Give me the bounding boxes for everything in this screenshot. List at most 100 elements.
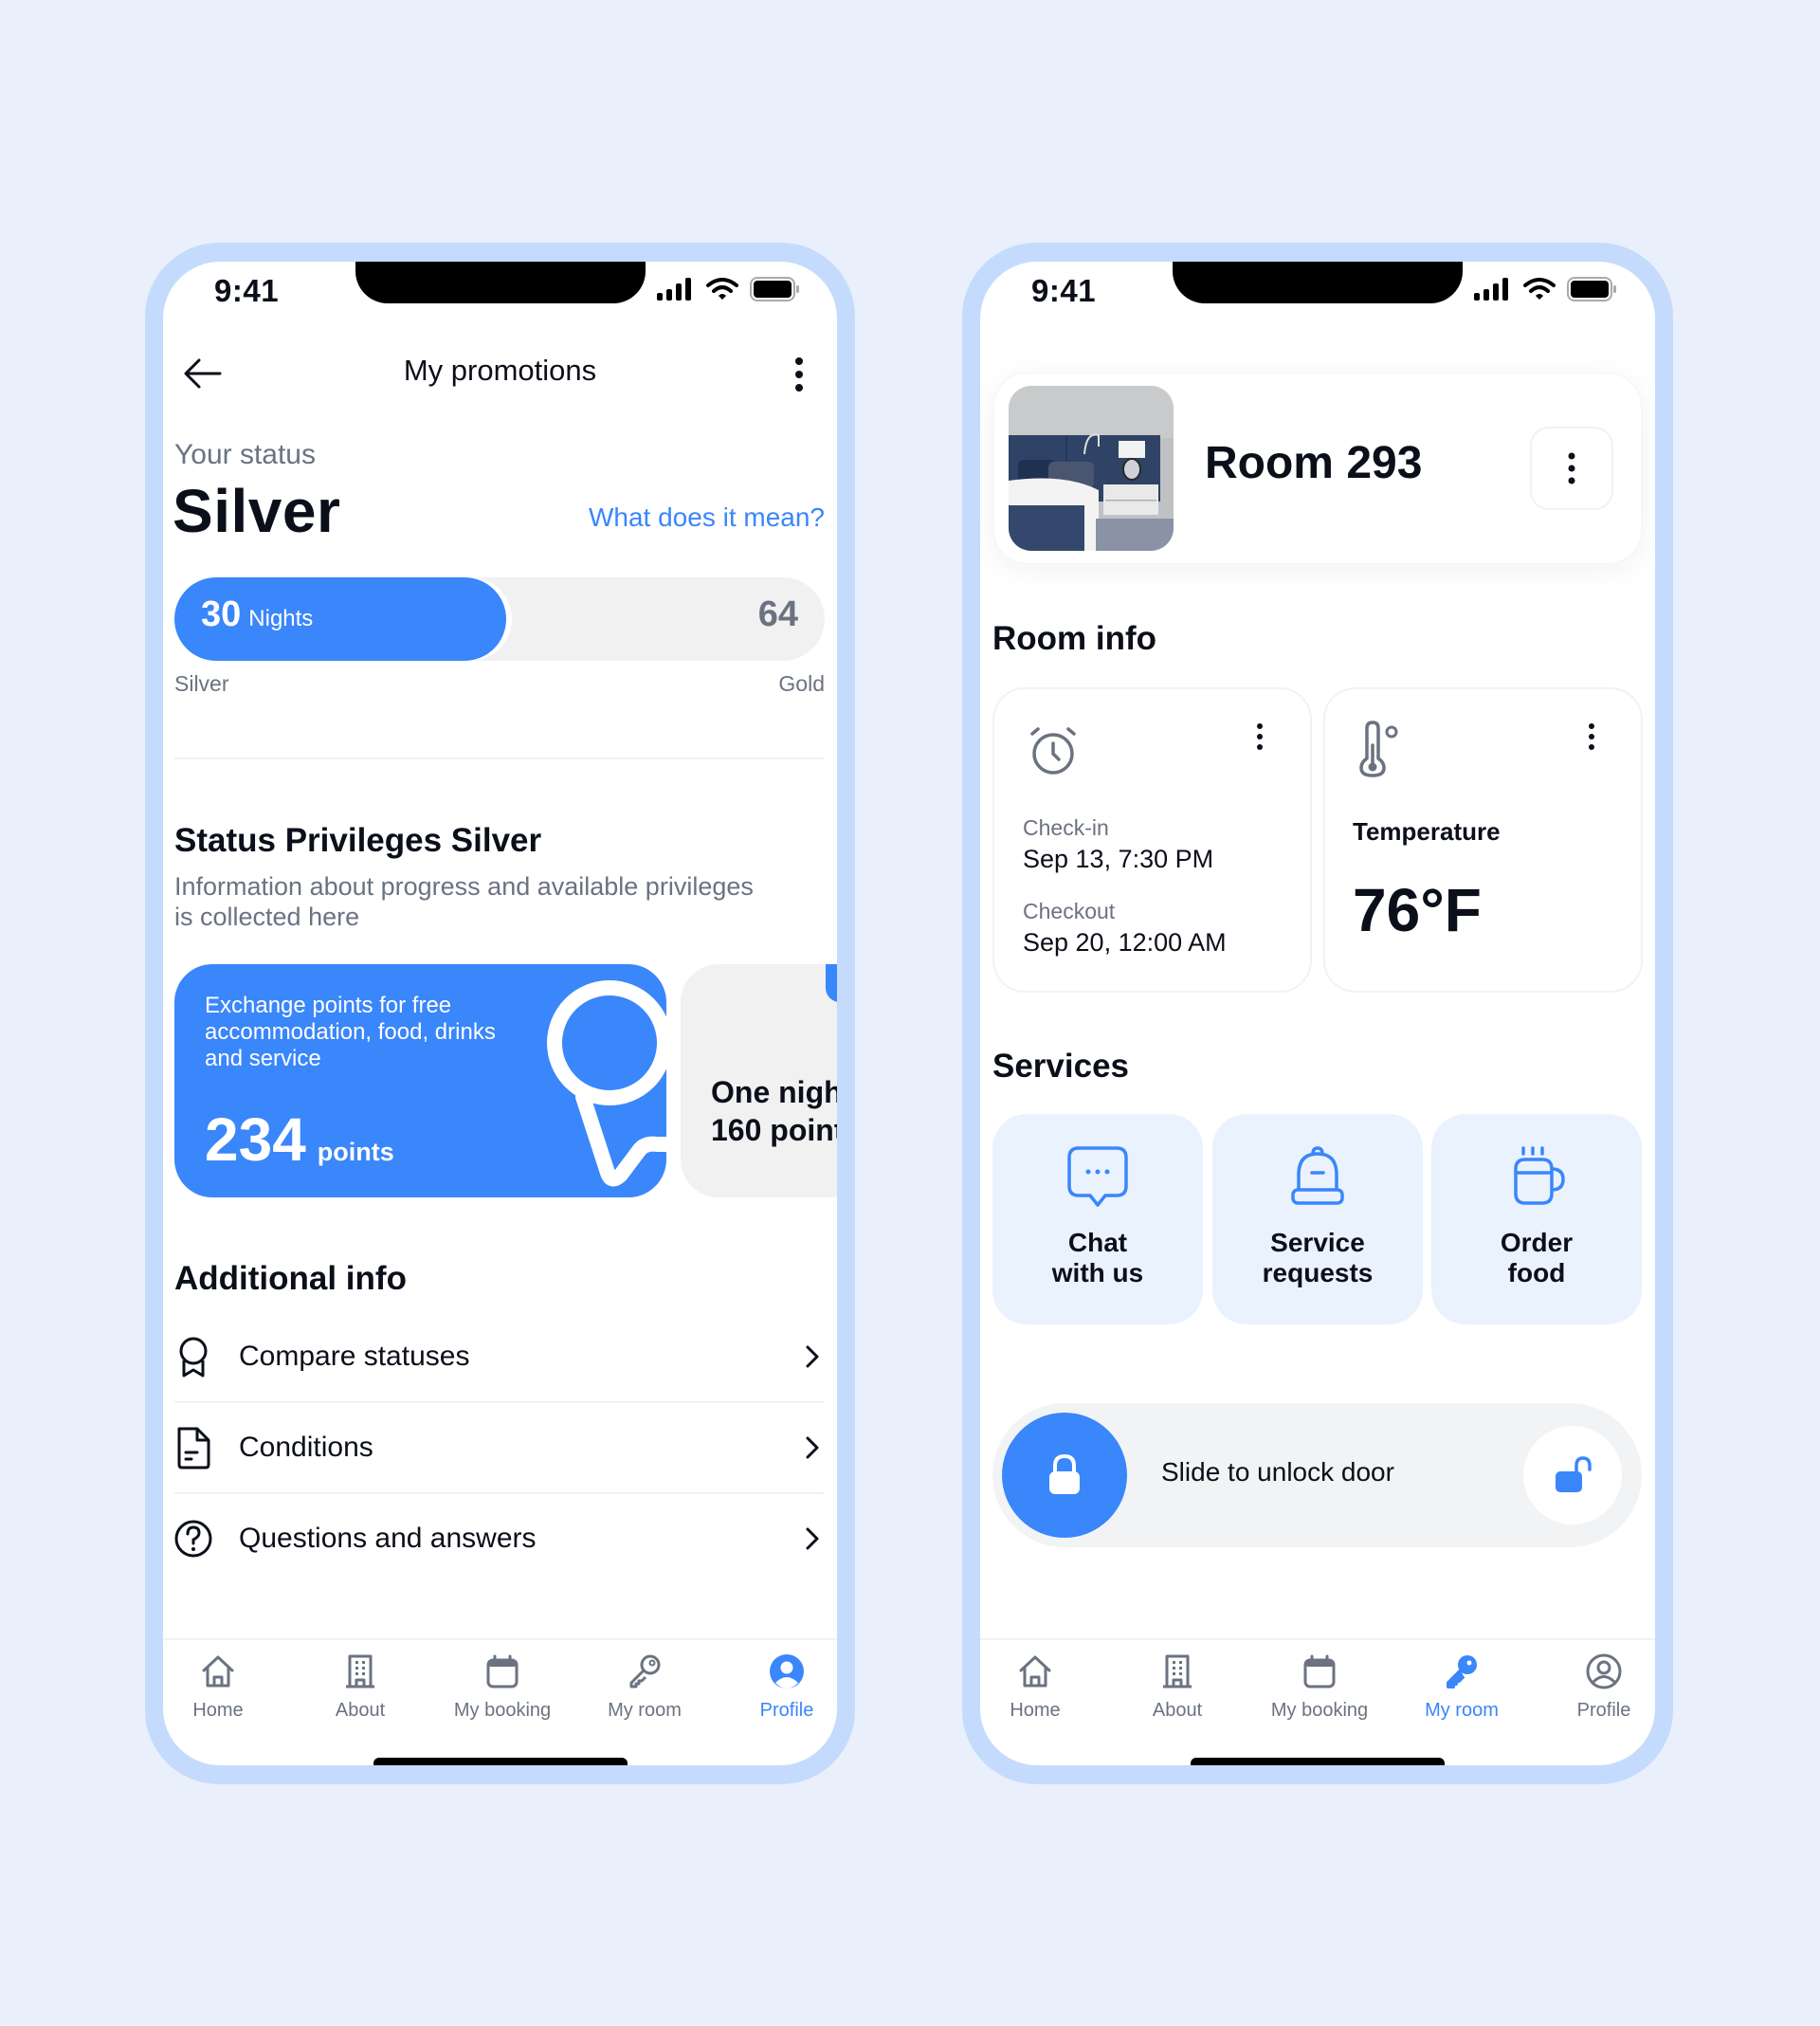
room-screen: 9:41 Room 293 Room info Check-in Sep 13,… (980, 262, 1655, 1765)
nav-my-room[interactable]: My room (573, 1652, 716, 1722)
nav-label: About (335, 1700, 386, 1721)
nav-label: About (1152, 1700, 1203, 1721)
nav-label: My room (608, 1700, 682, 1721)
list-item-label: Compare statuses (239, 1341, 470, 1372)
status-time: 9:41 (1031, 273, 1097, 308)
promotions-screen: 9:41 My promotions Your status Silver Wh… (163, 262, 837, 1765)
what-does-it-mean-link[interactable]: What does it mean? (589, 502, 825, 533)
bottom-nav: Home About My booking My room Profile (980, 1652, 1655, 1722)
privileges-subtitle-line2: is collected here (174, 903, 360, 931)
reward-card-line2: 160 points (711, 1113, 837, 1147)
bell-icon (1291, 1146, 1344, 1205)
alarm-clock-icon (1030, 727, 1076, 775)
nav-my-booking[interactable]: My booking (431, 1652, 573, 1722)
key-icon (1443, 1652, 1481, 1690)
service-label: Service requests (1263, 1228, 1374, 1288)
notch (1173, 262, 1463, 303)
service-chat-with-us[interactable]: Chat with us (992, 1114, 1203, 1324)
page-title: My promotions (403, 354, 597, 387)
more-vertical-icon[interactable] (1587, 722, 1596, 751)
privileges-title: Status Privileges Silver (174, 822, 542, 859)
points-value: 234 (205, 1105, 306, 1174)
nav-label: Home (1010, 1700, 1061, 1721)
points-card[interactable]: Exchange points for free accommodation, … (174, 964, 666, 1197)
progress-target: 64 (757, 594, 798, 634)
service-label: Order food (1501, 1228, 1573, 1288)
bottom-nav: Home About My booking My room Profile (163, 1652, 837, 1722)
divider (174, 1401, 825, 1403)
nav-my-booking[interactable]: My booking (1248, 1652, 1391, 1722)
progress-current: 30 Nights (201, 594, 313, 635)
progress-current-value: 30 (201, 594, 242, 634)
more-vertical-icon (1568, 452, 1575, 484)
nav-label: Home (192, 1700, 244, 1721)
nav-profile[interactable]: Profile (716, 1652, 837, 1722)
more-vertical-icon[interactable] (1255, 722, 1265, 751)
unlock-icon (1556, 1456, 1592, 1492)
list-item-compare-statuses[interactable]: Compare statuses (174, 1334, 825, 1379)
map-pin-icon (547, 980, 666, 1187)
nav-label: Profile (1576, 1700, 1631, 1721)
room-menu-button[interactable] (1530, 427, 1613, 510)
status-icons (1474, 277, 1618, 301)
user-circle-icon (768, 1652, 806, 1690)
building-icon (341, 1652, 379, 1690)
lock-icon (1049, 1454, 1080, 1494)
wifi-icon (1523, 278, 1556, 300)
signal-icon (1474, 278, 1508, 301)
thermometer-icon (1359, 721, 1398, 777)
unlock-slider-handle[interactable] (1002, 1413, 1127, 1538)
privileges-subtitle: Information about progress and available… (174, 871, 754, 932)
divider (174, 757, 825, 759)
list-item-conditions[interactable]: Conditions (174, 1425, 825, 1470)
home-icon (1016, 1652, 1054, 1690)
temperature-value: 76°F (1353, 876, 1482, 944)
progress-current-unit: Nights (248, 606, 314, 631)
battery-icon (1567, 277, 1616, 301)
checkout-value: Sep 20, 12:00 AM (1023, 928, 1227, 957)
chat-bubble-icon (1067, 1146, 1128, 1207)
key-icon (626, 1652, 664, 1690)
nav-about[interactable]: About (1106, 1652, 1248, 1722)
nav-label: My booking (1270, 1700, 1369, 1721)
privileges-subtitle-line1: Information about progress and available… (174, 872, 754, 901)
nav-divider (163, 1638, 837, 1640)
home-indicator (1191, 1758, 1445, 1765)
points-balance: 234 points (205, 1104, 394, 1175)
room-title: Room 293 (1205, 438, 1423, 488)
list-item-label: Conditions (239, 1432, 373, 1463)
list-item-questions-and-answers[interactable]: Questions and answers (174, 1516, 825, 1561)
unlock-door-slider[interactable]: Slide to unlock door (992, 1403, 1642, 1547)
nav-label: Profile (759, 1700, 814, 1721)
checkin-card[interactable]: Check-in Sep 13, 7:30 PM Checkout Sep 20… (992, 687, 1312, 993)
nav-profile[interactable]: Profile (1533, 1652, 1655, 1722)
bedroom-photo (1009, 386, 1174, 551)
home-icon (199, 1652, 237, 1690)
service-label-line1: Order (1500, 1228, 1574, 1257)
temperature-card[interactable]: Temperature 76°F (1323, 687, 1643, 993)
nav-home[interactable]: Home (980, 1652, 1106, 1722)
calendar-icon (483, 1652, 521, 1690)
chevron-right-icon (806, 1436, 819, 1459)
service-service-requests[interactable]: Service requests (1212, 1114, 1423, 1324)
nav-about[interactable]: About (289, 1652, 431, 1722)
home-indicator (373, 1758, 628, 1765)
temperature-label: Temperature (1353, 817, 1501, 846)
nav-home[interactable]: Home (163, 1652, 289, 1722)
unlock-label: Slide to unlock door (1161, 1457, 1394, 1487)
divider (174, 1492, 825, 1494)
nav-my-room[interactable]: My room (1391, 1652, 1533, 1722)
nav-label: My room (1425, 1700, 1499, 1721)
room-card[interactable]: Room 293 (993, 373, 1642, 564)
nav-label: My booking (453, 1700, 552, 1721)
services-title: Services (992, 1048, 1130, 1085)
service-label-line1: Chat (1067, 1228, 1128, 1257)
reward-card-line1: One night (711, 1075, 837, 1109)
reward-card[interactable]: One night 160 points (681, 964, 837, 1197)
list-item-label: Questions and answers (239, 1523, 537, 1554)
service-label-line1: Service (1270, 1228, 1365, 1257)
battery-icon (750, 277, 799, 301)
service-label-line2: requests (1262, 1258, 1374, 1287)
service-order-food[interactable]: Order food (1431, 1114, 1642, 1324)
more-vertical-icon[interactable] (792, 356, 806, 393)
